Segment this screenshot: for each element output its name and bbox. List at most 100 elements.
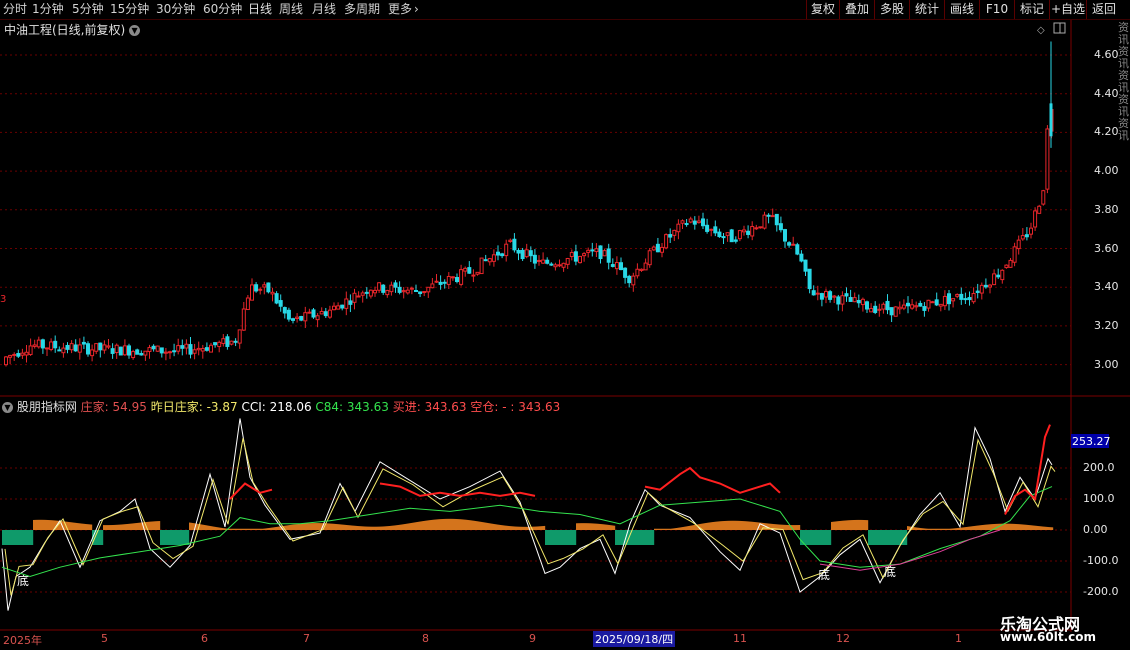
candle-body: [221, 338, 226, 344]
buy-line: [644, 466, 781, 494]
candle-body: [86, 343, 90, 355]
candle-body: [840, 295, 845, 305]
candle-body: [791, 243, 796, 246]
candle-body: [988, 284, 992, 288]
candle-body: [709, 228, 714, 231]
candle-body: [610, 264, 615, 267]
histogram-bar-positive: [544, 525, 546, 530]
candle-body: [319, 311, 324, 315]
chevron-down-icon[interactable]: ▼: [129, 25, 141, 36]
candle-body: [332, 305, 336, 311]
candle-body: [631, 275, 636, 286]
period-tab-5min[interactable]: 5分钟: [72, 1, 104, 18]
candle-body: [176, 345, 181, 352]
candle-body: [188, 344, 193, 355]
period-tab-weekly[interactable]: 周线: [279, 1, 303, 18]
period-tab-fenshi[interactable]: 分时: [3, 1, 27, 18]
candle-body: [373, 289, 377, 294]
candle-body: [483, 259, 488, 262]
candle-body: [81, 341, 86, 345]
candle-body: [598, 245, 603, 260]
candle-body: [942, 295, 947, 307]
chevron-down-icon[interactable]: ▼: [2, 402, 13, 413]
candle-body: [795, 244, 800, 255]
candle-body: [245, 297, 250, 311]
candle-body: [57, 349, 62, 352]
candle-body: [971, 293, 976, 303]
candle-body: [811, 290, 816, 296]
candle-body: [393, 282, 398, 288]
candle-body: [647, 250, 652, 266]
candle-body: [422, 291, 427, 294]
diamond-icon[interactable]: ◇: [1037, 25, 1045, 36]
period-tab-15min[interactable]: 15分钟: [110, 1, 149, 18]
candle-body: [1041, 190, 1046, 205]
candle-body: [1012, 246, 1017, 263]
multi-stock-button[interactable]: 多股: [874, 0, 909, 19]
period-tab-30min[interactable]: 30分钟: [156, 1, 195, 18]
candle-body: [528, 250, 533, 257]
candle-body: [487, 258, 492, 263]
candle-body: [541, 259, 546, 264]
candle-body: [680, 220, 685, 224]
period-tab-1min[interactable]: 1分钟: [32, 1, 64, 18]
candle-body: [614, 262, 619, 270]
period-tab-more[interactable]: 更多: [388, 1, 412, 18]
back-button[interactable]: 返回: [1086, 0, 1121, 19]
candle-body: [65, 344, 70, 350]
candle-body: [557, 264, 562, 267]
overlay-button[interactable]: 叠加: [839, 0, 874, 19]
statistics-button[interactable]: 统计: [909, 0, 944, 19]
candle-body: [664, 234, 669, 249]
candle-body: [979, 284, 984, 294]
buy-line: [1004, 424, 1051, 515]
candle-body: [889, 307, 894, 316]
candle-body: [241, 308, 246, 331]
candle-body: [873, 305, 878, 313]
candle-body: [102, 344, 107, 351]
candle-body: [315, 315, 320, 321]
candle-body: [906, 302, 910, 307]
zhuangjia-low-line: [819, 529, 1001, 571]
fuquan-button[interactable]: 复权: [806, 0, 839, 19]
more-chevron-icon[interactable]: ›: [414, 1, 419, 18]
candle-body: [590, 249, 595, 252]
candle-body: [196, 347, 201, 351]
chart-canvas[interactable]: ◇: [0, 20, 1130, 650]
draw-line-button[interactable]: 画线: [944, 0, 979, 19]
candle-body: [278, 300, 283, 307]
period-tab-multi[interactable]: 多周期: [344, 1, 380, 18]
candle-body: [545, 259, 550, 264]
candle-body: [520, 249, 525, 260]
candle-body: [131, 351, 136, 359]
candle-body: [922, 306, 927, 311]
period-tab-daily[interactable]: 日线: [248, 1, 272, 18]
add-favorite-button[interactable]: +自选: [1049, 0, 1086, 19]
period-tab-60min[interactable]: 60分钟: [203, 1, 242, 18]
candle-body: [254, 284, 259, 292]
candle-body: [549, 263, 554, 266]
indicator-highlight-value: 253.27: [1072, 435, 1111, 448]
candle-body: [963, 298, 968, 301]
info-sidebar[interactable]: 资讯资讯资讯资讯资讯: [1118, 22, 1130, 142]
candle-body: [327, 309, 332, 318]
mark-button[interactable]: 标记: [1014, 0, 1049, 19]
candle-body: [377, 282, 382, 291]
candle-body: [750, 226, 755, 237]
price-gridlines: [0, 54, 1071, 366]
period-tab-monthly[interactable]: 月线: [312, 1, 336, 18]
prev-zhuangjia-line: [4, 438, 1056, 596]
candle-body: [967, 297, 972, 301]
candle-body: [893, 306, 898, 317]
candle-body: [233, 340, 238, 343]
candle-body: [733, 239, 738, 242]
candle-body: [340, 304, 345, 309]
candle-body: [270, 291, 275, 295]
candle-body: [291, 318, 295, 321]
indicator-axis-label: 0.00: [1083, 523, 1108, 536]
indicator-name[interactable]: 股朋指标网: [17, 400, 77, 414]
f10-button[interactable]: F10: [979, 0, 1014, 19]
histogram-bar-positive: [1052, 527, 1054, 530]
candle-body: [778, 223, 783, 231]
time-label: 2025年: [3, 634, 42, 647]
